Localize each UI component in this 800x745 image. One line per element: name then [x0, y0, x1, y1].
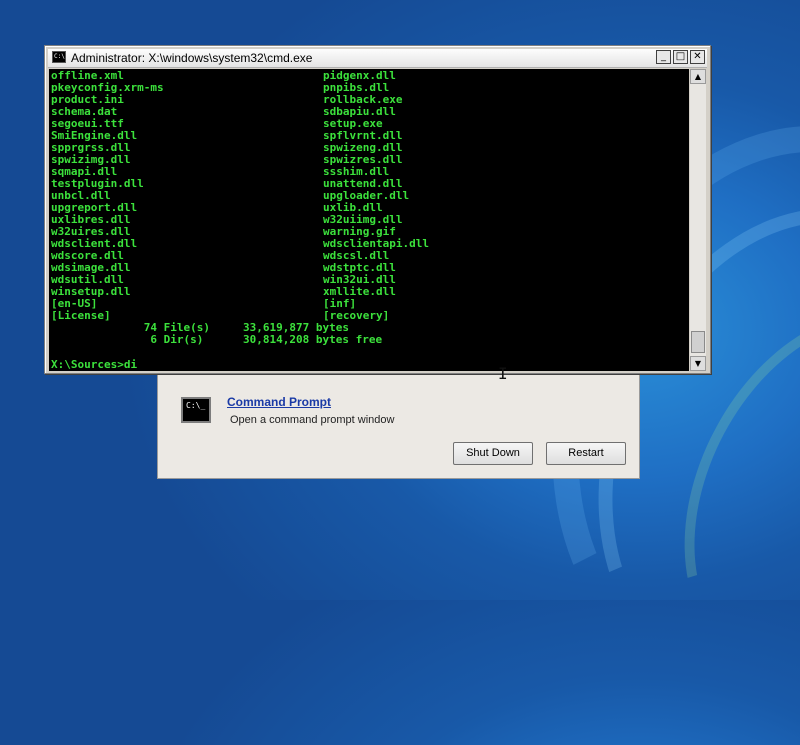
dir-count-summary: 6 Dir(s) 30,814,208 bytes free	[51, 333, 383, 346]
shut-down-button[interactable]: Shut Down	[453, 442, 533, 465]
cmd-window[interactable]: C:\ Administrator: X:\windows\system32\c…	[44, 45, 711, 374]
console-output[interactable]: offline.xml pidgenx.dll pkeyconfig.xrm-ms p…	[49, 69, 689, 371]
cmd-icon[interactable]: C:\	[52, 51, 66, 63]
vertical-scrollbar[interactable]: ▲ ▼	[690, 69, 706, 371]
scroll-down-button[interactable]: ▼	[690, 356, 706, 371]
command-prompt-line[interactable]: X:\Sources>di	[51, 358, 137, 371]
minimize-button[interactable]: _	[656, 50, 671, 64]
file-row: winsetup.dll xmllite.dll	[51, 286, 429, 298]
command-prompt-link[interactable]: Command Prompt	[227, 395, 331, 409]
ibeam-cursor-icon: I	[498, 364, 508, 383]
directory-listing: offline.xml pidgenx.dll pkeyconfig.xrm-ms p…	[51, 70, 429, 346]
restart-button[interactable]: Restart	[546, 442, 626, 465]
maximize-button[interactable]: □	[673, 50, 688, 64]
scroll-up-button[interactable]: ▲	[690, 69, 706, 84]
close-button[interactable]: ✕	[690, 50, 705, 64]
command-prompt-description: Open a command prompt window	[230, 414, 395, 426]
title-bar[interactable]: C:\ Administrator: X:\windows\system32\c…	[48, 49, 707, 68]
command-prompt-icon[interactable]: C:\_	[181, 397, 211, 423]
scroll-thumb[interactable]	[691, 331, 705, 353]
window-title: Administrator: X:\windows\system32\cmd.e…	[71, 51, 313, 65]
